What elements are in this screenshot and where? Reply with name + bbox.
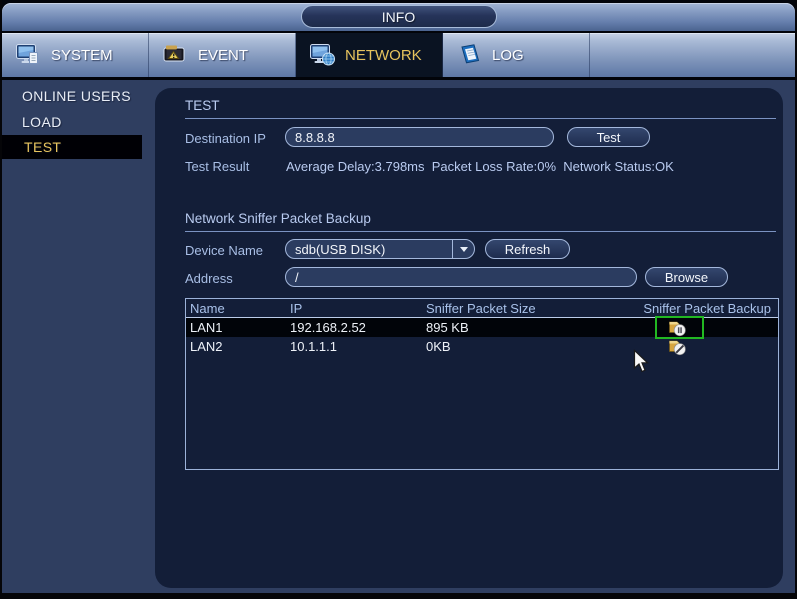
event-icon xyxy=(163,44,189,66)
address-label: Address xyxy=(185,270,233,286)
col-name: Name xyxy=(190,300,225,316)
start-capture-icon[interactable] xyxy=(668,338,686,359)
address-input[interactable] xyxy=(285,267,637,287)
device-name-label: Device Name xyxy=(185,242,264,258)
tab-label: EVENT xyxy=(198,46,249,64)
device-name-select[interactable]: sdb(USB DISK) xyxy=(285,239,475,259)
sidebar-item-online-users[interactable]: ONLINE USERS xyxy=(0,84,150,108)
device-name-value: sdb(USB DISK) xyxy=(295,241,386,257)
tabbar: SYSTEM EVENT NETWORK LOG xyxy=(2,33,795,77)
tab-label: NETWORK xyxy=(345,46,422,64)
tabbar-divider xyxy=(0,77,797,80)
cell-size: 0KB xyxy=(426,339,451,354)
cell-ip: 192.168.2.52 xyxy=(290,320,366,335)
col-size: Sniffer Packet Size xyxy=(426,300,536,316)
left-edge xyxy=(0,0,2,599)
sidebar-item-label: LOAD xyxy=(22,114,62,130)
page-title: INFO xyxy=(381,8,416,25)
sidebar-item-load[interactable]: LOAD xyxy=(0,110,150,134)
cell-ip: 10.1.1.1 xyxy=(290,339,337,354)
table-row[interactable]: LAN2 10.1.1.1 0KB xyxy=(186,337,778,356)
cell-name: LAN1 xyxy=(190,320,223,335)
col-backup: Sniffer Packet Backup xyxy=(643,300,771,316)
tab-system[interactable]: SYSTEM xyxy=(2,33,149,77)
tab-label: SYSTEM xyxy=(51,46,113,64)
sniffer-section-title: Network Sniffer Packet Backup xyxy=(185,211,776,232)
selection-box xyxy=(655,316,704,339)
sidebar-item-test[interactable]: TEST xyxy=(2,135,142,159)
test-result-label: Test Result xyxy=(185,158,250,174)
tab-event[interactable]: EVENT xyxy=(149,33,296,77)
test-button[interactable]: Test xyxy=(567,127,650,147)
log-icon xyxy=(457,44,483,66)
main-panel: TEST Destination IP Test Test Result Ave… xyxy=(155,88,783,588)
browse-button[interactable]: Browse xyxy=(645,267,728,287)
sidebar-item-label: ONLINE USERS xyxy=(22,88,132,104)
tab-log[interactable]: LOG xyxy=(443,33,590,77)
sidebar-item-label: TEST xyxy=(24,139,62,155)
test-result-value: Average Delay:3.798ms Packet Loss Rate:0… xyxy=(286,158,674,174)
titlebar: INFO xyxy=(0,0,797,33)
table-row[interactable]: LAN1 192.168.2.52 895 KB xyxy=(186,316,778,339)
sniffer-table: Name IP Sniffer Packet Size Sniffer Pack… xyxy=(185,298,779,470)
window-title-badge: INFO xyxy=(300,5,497,28)
destination-ip-input[interactable] xyxy=(285,127,554,147)
cell-size: 895 KB xyxy=(426,320,469,335)
refresh-button[interactable]: Refresh xyxy=(485,239,570,259)
bottom-bar xyxy=(0,593,797,599)
dvr-info-screen: INFO SYSTEM EVENT NETWORK LOG ONLINE USE… xyxy=(0,0,797,599)
cell-name: LAN2 xyxy=(190,339,223,354)
chevron-down-icon[interactable] xyxy=(452,240,474,258)
test-section-title: TEST xyxy=(185,98,776,119)
col-ip: IP xyxy=(290,300,303,316)
destination-ip-label: Destination IP xyxy=(185,130,266,146)
tab-network[interactable]: NETWORK xyxy=(296,33,443,77)
tab-label: LOG xyxy=(492,46,524,64)
system-monitor-icon xyxy=(16,44,42,66)
network-icon xyxy=(310,44,336,66)
